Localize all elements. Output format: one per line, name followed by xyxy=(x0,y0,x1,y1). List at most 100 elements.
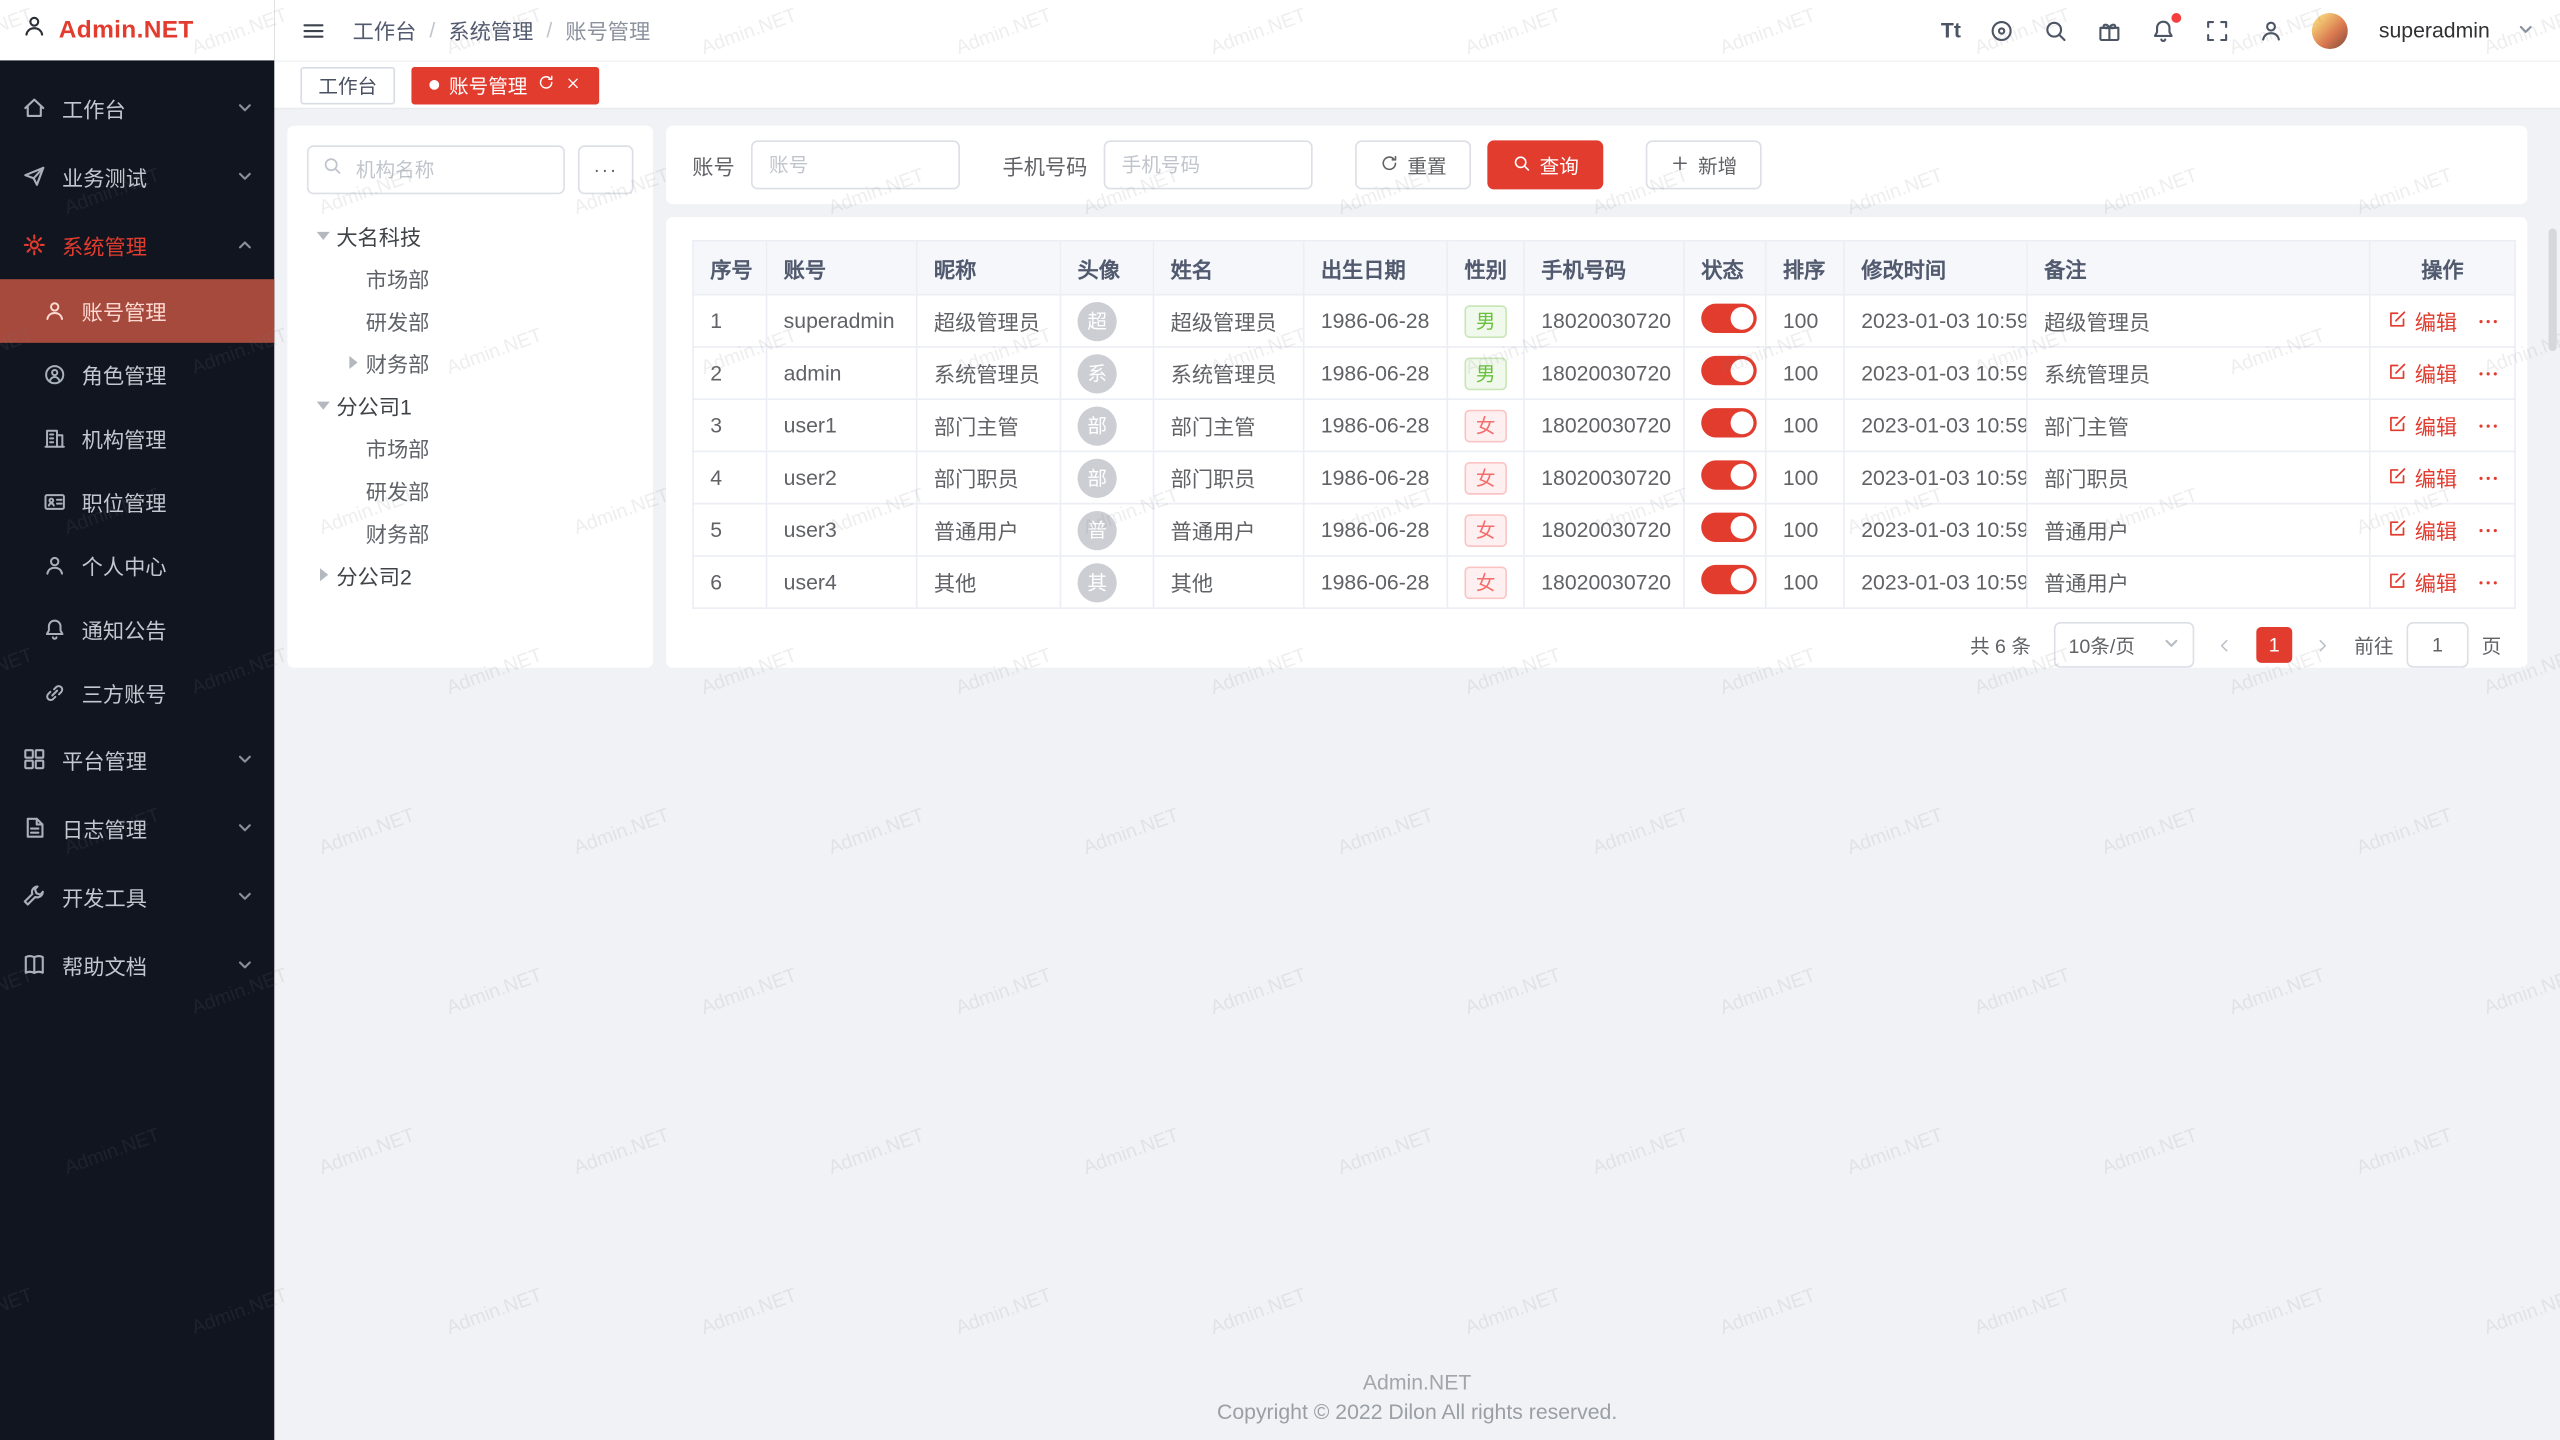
sidebar-item-label: 日志管理 xyxy=(62,812,147,843)
gift-icon[interactable] xyxy=(2096,17,2122,43)
tree-node-label: 大名科技 xyxy=(336,220,421,251)
sidebar-item-org-management[interactable]: 机构管理 xyxy=(0,407,274,471)
tree-node[interactable]: 大名科技 xyxy=(307,214,634,256)
chevron-down-icon[interactable] xyxy=(2518,16,2534,45)
caret-right-icon[interactable] xyxy=(340,356,366,369)
avatar[interactable] xyxy=(2312,12,2348,48)
tree-toolbar: ··· xyxy=(307,145,634,194)
sidebar-item-notice[interactable]: 通知公告 xyxy=(0,598,274,662)
caret-down-icon[interactable] xyxy=(310,401,336,409)
more-actions-button[interactable] xyxy=(2477,571,2500,594)
goto-page-input[interactable] xyxy=(2407,622,2469,668)
tree-node[interactable]: 分公司1 xyxy=(307,384,634,426)
tab-workbench[interactable]: 工作台 xyxy=(300,66,395,104)
scrollbar-thumb[interactable] xyxy=(2549,229,2557,351)
id-card-icon xyxy=(42,490,66,514)
sidebar-item-help-docs[interactable]: 帮助文档 xyxy=(0,931,274,1000)
gender-tag: 男 xyxy=(1464,304,1506,337)
sidebar-item-position-management[interactable]: 职位管理 xyxy=(0,470,274,534)
tree-node-label: 分公司1 xyxy=(336,389,411,420)
grid-icon xyxy=(21,746,47,772)
fullscreen-icon[interactable] xyxy=(2204,17,2230,43)
edit-button[interactable]: 编辑 xyxy=(2387,410,2457,441)
breadcrumb-separator: / xyxy=(429,18,435,42)
hamburger-menu-icon[interactable] xyxy=(300,17,326,43)
tree-node[interactable]: 研发部 xyxy=(307,299,634,341)
account-input[interactable] xyxy=(751,140,960,189)
reset-button[interactable]: 重置 xyxy=(1355,140,1471,189)
page-size-select[interactable]: 10条/页 xyxy=(2054,622,2194,668)
table-row: 2 admin 系统管理员 系 系统管理员 1986-06-28 男 18020… xyxy=(693,347,2515,399)
edit-button[interactable]: 编辑 xyxy=(2387,462,2457,493)
user-icon[interactable] xyxy=(2258,17,2284,43)
breadcrumb-item[interactable]: 系统管理 xyxy=(448,15,533,46)
footer-copyright: Copyright © 2022 Dilon All rights reserv… xyxy=(274,1398,2560,1427)
status-toggle[interactable] xyxy=(1701,565,1757,594)
search-icon xyxy=(1512,153,1532,177)
status-toggle[interactable] xyxy=(1701,408,1757,437)
more-actions-button[interactable] xyxy=(2477,466,2500,489)
close-icon[interactable] xyxy=(565,73,581,96)
status-toggle[interactable] xyxy=(1701,513,1757,542)
more-actions-button[interactable] xyxy=(2477,414,2500,437)
gear-icon xyxy=(21,232,47,258)
sidebar-item-platform-management[interactable]: 平台管理 xyxy=(0,725,274,794)
more-actions-button[interactable] xyxy=(2477,309,2500,332)
theme-icon[interactable] xyxy=(1989,17,2015,43)
breadcrumb-item[interactable]: 工作台 xyxy=(353,15,417,46)
font-size-icon[interactable]: Tt xyxy=(1941,18,1961,42)
tree-node-label: 市场部 xyxy=(366,432,430,463)
tree-node[interactable]: 分公司2 xyxy=(307,553,634,595)
sidebar-item-dev-tools[interactable]: 开发工具 xyxy=(0,862,274,931)
sidebar-item-personal-center[interactable]: 个人中心 xyxy=(0,534,274,598)
next-page-button[interactable] xyxy=(2305,627,2341,663)
sidebar-item-workbench[interactable]: 工作台 xyxy=(0,73,274,142)
refresh-icon[interactable] xyxy=(537,73,555,96)
tree-node[interactable]: 研发部 xyxy=(307,469,634,511)
tree-node[interactable]: 市场部 xyxy=(307,426,634,468)
tree-node-label: 分公司2 xyxy=(336,559,411,590)
tree-node[interactable]: 市场部 xyxy=(307,256,634,298)
sidebar-item-account-management[interactable]: 账号管理 xyxy=(0,279,274,343)
search-icon[interactable] xyxy=(2043,17,2069,43)
tab-label: 工作台 xyxy=(318,71,377,99)
notification-bell-icon[interactable] xyxy=(2150,17,2176,43)
sidebar-item-third-party-account[interactable]: 三方账号 xyxy=(0,661,274,725)
tab-active-dot xyxy=(429,80,439,90)
page-number-active[interactable]: 1 xyxy=(2256,627,2292,663)
send-icon xyxy=(21,163,47,189)
plus-icon xyxy=(1670,153,1690,177)
edit-button[interactable]: 编辑 xyxy=(2387,305,2457,336)
col-header: 修改时间 xyxy=(1844,241,2027,295)
tree-node[interactable]: 财务部 xyxy=(307,341,634,383)
role-icon xyxy=(42,362,66,386)
prev-page-button[interactable] xyxy=(2207,627,2243,663)
phone-input[interactable] xyxy=(1104,140,1313,189)
tree-more-button[interactable]: ··· xyxy=(578,145,634,194)
edit-button[interactable]: 编辑 xyxy=(2387,358,2457,389)
caret-right-icon[interactable] xyxy=(310,568,336,581)
book-icon xyxy=(21,952,47,978)
username[interactable]: superadmin xyxy=(2379,18,2490,42)
add-button[interactable]: 新增 xyxy=(1646,140,1762,189)
sidebar-item-business-test[interactable]: 业务测试 xyxy=(0,142,274,211)
sidebar-item-label: 个人中心 xyxy=(82,550,167,581)
edit-button[interactable]: 编辑 xyxy=(2387,567,2457,598)
status-toggle[interactable] xyxy=(1701,460,1757,489)
sidebar-item-role-management[interactable]: 角色管理 xyxy=(0,343,274,407)
search-button[interactable]: 查询 xyxy=(1487,140,1603,189)
wrench-icon xyxy=(21,883,47,909)
caret-down-icon[interactable] xyxy=(310,231,336,239)
tree-node[interactable]: 财务部 xyxy=(307,511,634,553)
edit-button[interactable]: 编辑 xyxy=(2387,514,2457,545)
col-header: 备注 xyxy=(2027,241,2370,295)
status-toggle[interactable] xyxy=(1701,304,1757,333)
more-actions-button[interactable] xyxy=(2477,362,2500,385)
sidebar-item-system-management[interactable]: 系统管理 xyxy=(0,211,274,280)
sidebar-item-label: 账号管理 xyxy=(82,296,167,327)
sidebar-item-log-management[interactable]: 日志管理 xyxy=(0,793,274,862)
tab-account-management[interactable]: 账号管理 xyxy=(411,66,599,104)
status-toggle[interactable] xyxy=(1701,356,1757,385)
more-actions-button[interactable] xyxy=(2477,518,2500,541)
org-search-input[interactable] xyxy=(353,157,551,183)
